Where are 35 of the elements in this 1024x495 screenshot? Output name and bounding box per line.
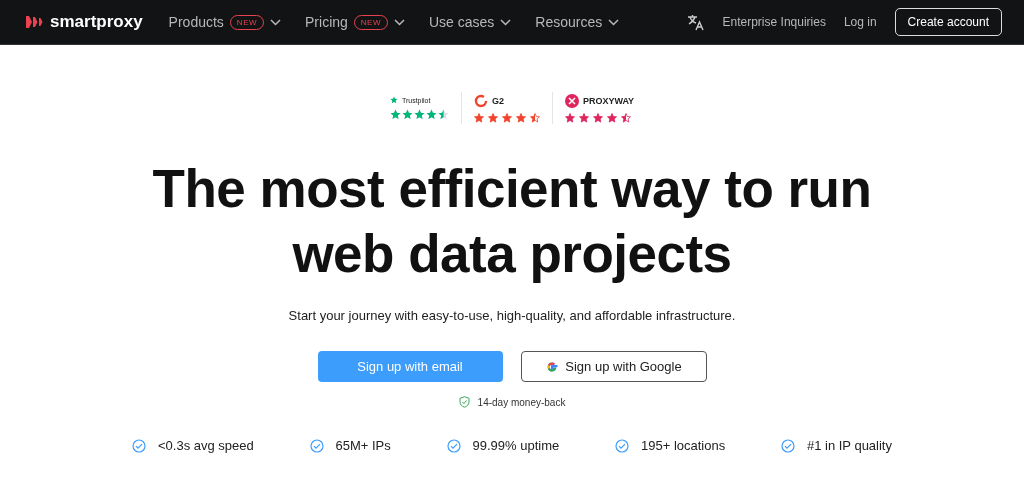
nav-menu-item[interactable]: Products NEW (168, 14, 282, 30)
headline: web data projects (291, 223, 733, 285)
check-circle-icon (615, 438, 629, 453)
brand-name: smartproxy (50, 12, 143, 32)
check-circle-icon (780, 438, 795, 453)
nav-menu-item[interactable]: Pricing NEW (305, 14, 405, 30)
chevron-down-icon (608, 18, 620, 26)
check-circle-icon (309, 438, 324, 453)
check-circle-icon (446, 438, 461, 453)
chevron-down-icon (270, 18, 282, 26)
feature-text: 99.99% uptime (472, 438, 560, 453)
rating-source: PROXYWAY (582, 95, 635, 106)
headline: The most efficient way to run (152, 158, 872, 220)
chevron-down-icon (394, 18, 405, 26)
guarantee-text: 14-day money-back (477, 396, 566, 408)
star-icon (389, 96, 398, 104)
login-link[interactable]: Log in (843, 15, 877, 29)
brand-logo-icon (26, 16, 44, 28)
feature-text: 65M+ IPs (335, 438, 391, 453)
subtitle: Start your journey with easy-to-use, high-quality, and affordable infrastructure. (288, 308, 736, 323)
translate-icon[interactable] (686, 13, 705, 31)
rating-source: G2 (491, 95, 504, 106)
feature-text: #1 in IP quality (806, 438, 892, 453)
google-signup-button[interactable]: Sign up with Google (520, 351, 707, 382)
chevron-down-icon (500, 18, 512, 26)
g2-logo-icon (473, 93, 488, 108)
nav-menu-item[interactable]: Use cases (429, 14, 512, 30)
nav-menu-item[interactable]: Resources (535, 14, 620, 30)
proxyway-logo-icon (564, 93, 579, 108)
feature-text: <0.3s avg speed (158, 438, 254, 453)
check-circle-icon (132, 438, 146, 453)
enterprise-link[interactable]: Enterprise Inquiries (722, 15, 826, 29)
create-account-button[interactable]: Create account (894, 8, 1002, 36)
shield-check-icon (458, 396, 470, 408)
feature-text: 195+ locations (641, 438, 726, 453)
